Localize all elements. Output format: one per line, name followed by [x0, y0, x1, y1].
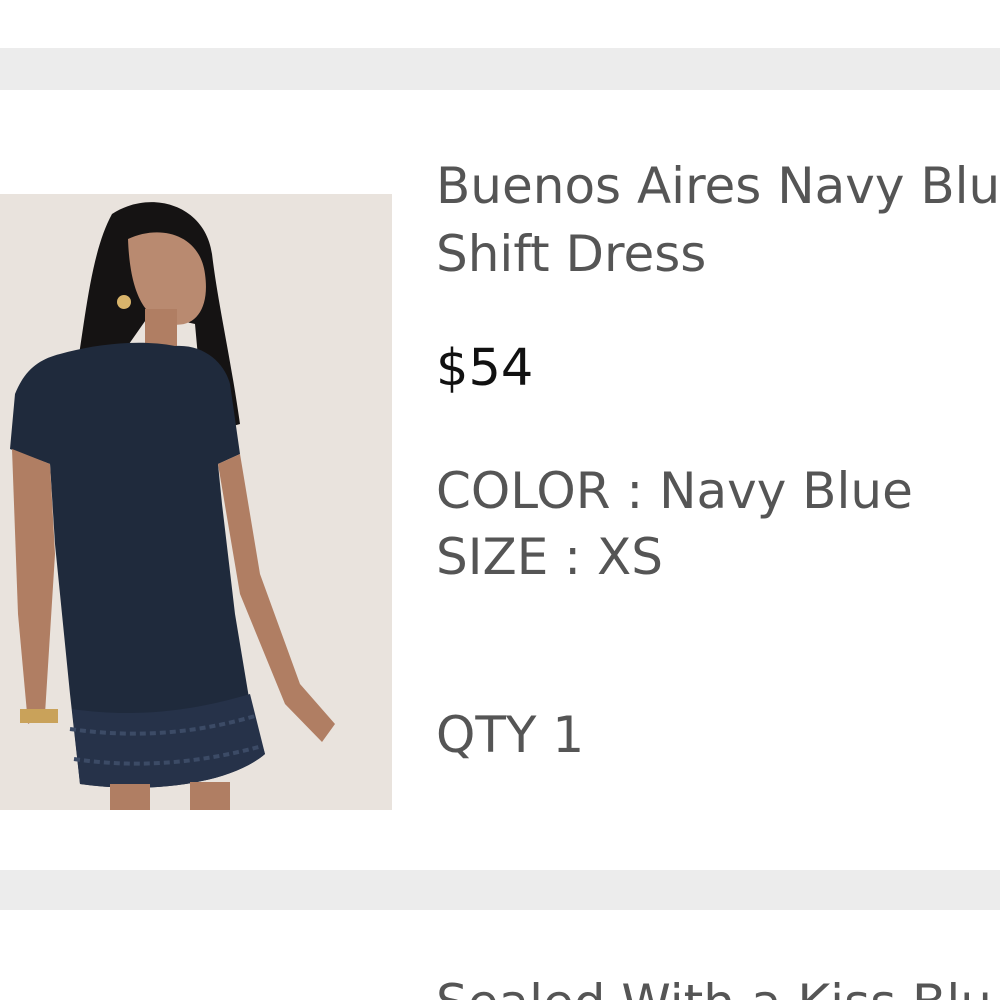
product-title-line-2[interactable]: Shift Dress [436, 220, 1000, 288]
cart-page: Buenos Aires Navy Blu Shift Dress $54 CO… [0, 0, 1000, 1000]
product-color: COLOR : Navy Blue [436, 462, 913, 520]
product-title-line-1[interactable]: Buenos Aires Navy Blu [436, 152, 1000, 220]
product-quantity[interactable]: QTY 1 [436, 702, 584, 768]
next-product-title[interactable]: Sealed With a Kiss Blu [436, 970, 992, 1000]
product-size: SIZE : XS [436, 528, 663, 586]
product-image[interactable] [0, 194, 392, 810]
dress-photo-illustration [0, 194, 392, 810]
product-price: $54 [436, 339, 534, 398]
item-divider-bottom [0, 870, 1000, 910]
item-divider-top [0, 48, 1000, 90]
product-title[interactable]: Buenos Aires Navy Blu Shift Dress [436, 152, 1000, 288]
